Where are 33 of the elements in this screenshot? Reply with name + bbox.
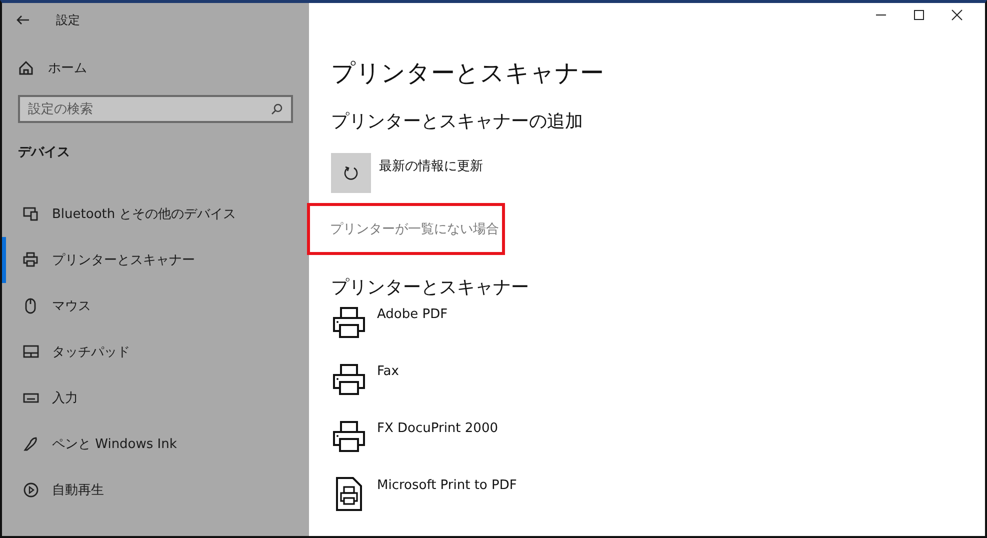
- sidebar-item[interactable]: マウス: [2, 283, 309, 329]
- printer-name[interactable]: Fax: [377, 364, 399, 379]
- printer-icon: [331, 419, 367, 455]
- home-icon: [18, 60, 34, 76]
- sidebar-item[interactable]: 入力: [2, 375, 309, 421]
- refresh-label[interactable]: 最新の情報に更新: [379, 157, 483, 175]
- device-icon: [22, 205, 40, 223]
- device-icon: [22, 435, 40, 453]
- printer-name[interactable]: Adobe PDF: [377, 307, 448, 322]
- home-link[interactable]: ホーム: [18, 59, 309, 77]
- printer-name[interactable]: Microsoft Print to PDF: [377, 478, 517, 493]
- refresh-icon: [342, 164, 360, 182]
- page-title: プリンターとスキャナー: [331, 58, 605, 89]
- device-icon: [22, 481, 40, 499]
- section-heading: デバイス: [18, 144, 71, 161]
- maximize-icon[interactable]: [913, 9, 925, 21]
- sidebar-item[interactable]: タッチパッド: [2, 329, 309, 375]
- window-title: 設定: [56, 12, 80, 28]
- refresh-button[interactable]: [331, 153, 371, 193]
- back-icon[interactable]: [16, 15, 30, 25]
- printer-name[interactable]: FX DocuPrint 2000: [377, 421, 498, 436]
- sidebar-item[interactable]: Bluetooth とその他のデバイス: [2, 191, 309, 237]
- not-listed-link[interactable]: プリンターが一覧にない場合: [330, 220, 499, 238]
- section-heading: プリンターとスキャナー: [331, 276, 530, 299]
- sidebar-item[interactable]: ペンと Windows Ink: [2, 421, 309, 467]
- device-icon: [22, 251, 40, 269]
- printer-icon: [331, 305, 367, 341]
- printer-icon: [331, 362, 367, 398]
- search-field[interactable]: 設定の検索: [18, 95, 293, 123]
- close-icon[interactable]: [951, 9, 963, 21]
- section-heading: プリンターとスキャナーの追加: [331, 110, 584, 133]
- sidebar-item[interactable]: 自動再生: [2, 467, 309, 513]
- search-icon: [271, 103, 283, 115]
